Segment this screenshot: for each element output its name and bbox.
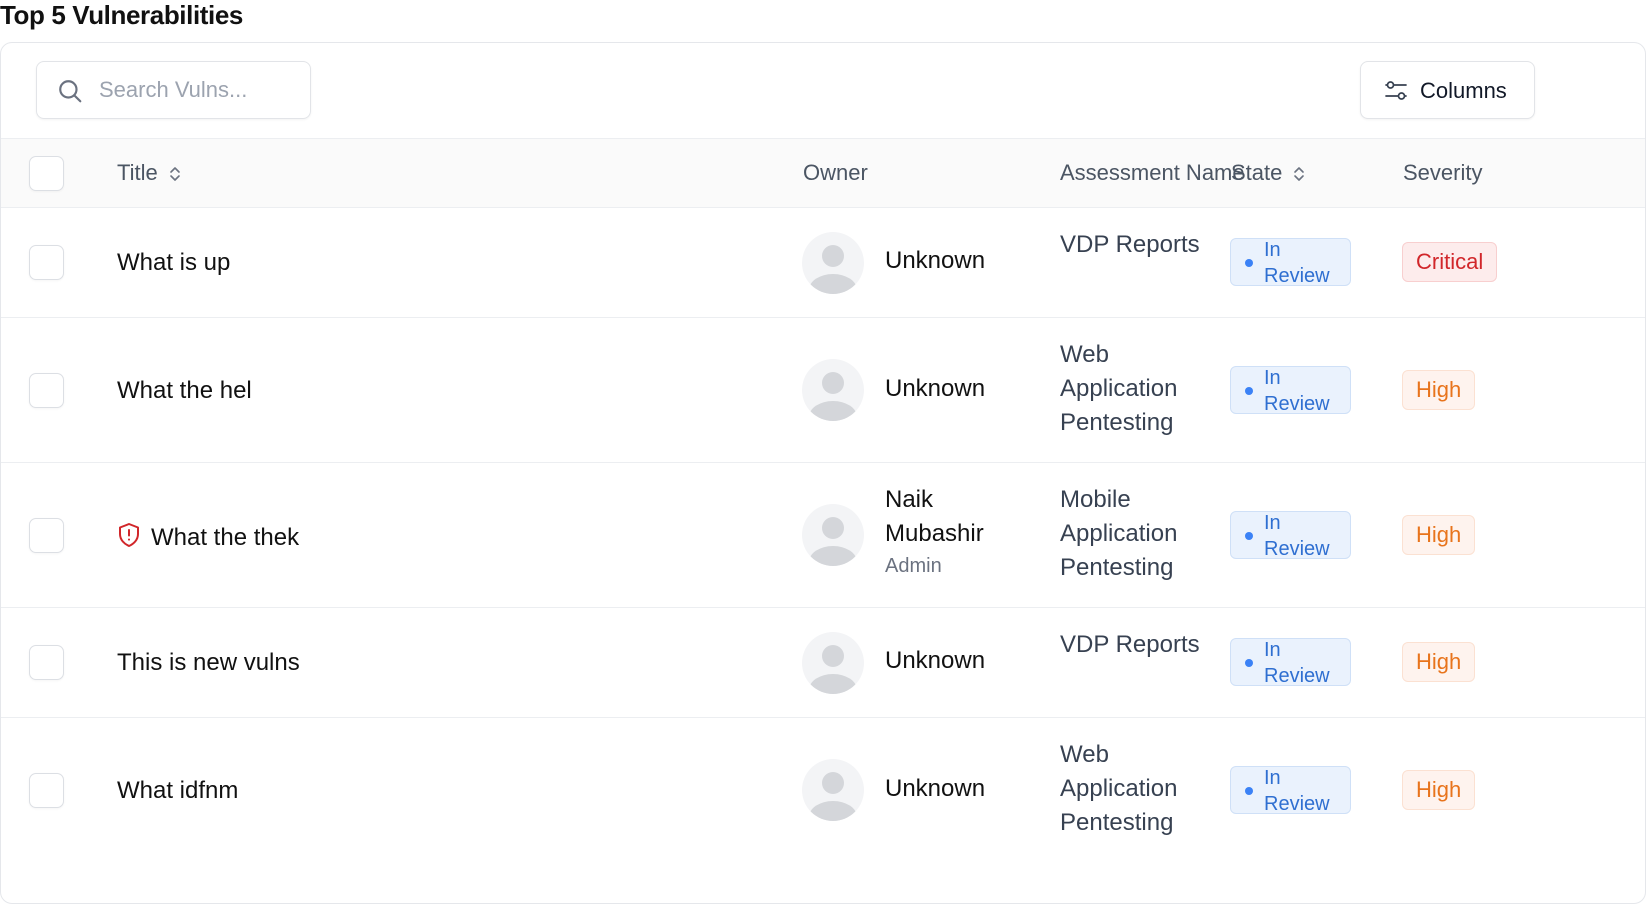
severity-badge: High [1402,515,1476,555]
state-badge-label: In Review [1264,239,1330,287]
status-dot-icon [1245,387,1253,395]
table-row[interactable]: What idfnm Unknown Web Application Pente… [1,718,1645,863]
column-header-owner: Owner [803,160,868,185]
state-badge: In Review [1230,366,1351,415]
state-badge: In Review [1230,511,1351,560]
avatar [802,232,864,294]
shield-alert-icon [119,523,139,547]
table-row[interactable]: This is new vulns Unknown VDP Reports In… [1,608,1645,718]
state-badge-label: In Review [1264,512,1330,560]
assessment-name: Mobile Application Pentesting [1060,486,1178,581]
search-input[interactable] [99,62,299,118]
row-checkbox[interactable] [29,773,64,808]
status-dot-icon [1245,787,1253,795]
avatar [802,504,864,566]
vuln-title-cell[interactable]: What the thek [117,522,299,552]
state-badge-label: In Review [1264,767,1330,815]
state-badge-label: In Review [1264,367,1330,415]
vulnerabilities-card: Columns Title Owner Assessment Name Stat… [0,42,1646,904]
table-row[interactable]: What the thek Naik Mubashir Admin Mobile… [1,463,1645,608]
user-placeholder-icon [809,772,857,821]
row-checkbox[interactable] [29,245,64,280]
owner-name: Unknown [885,647,986,674]
assessment-name: Web Application Pentesting [1060,741,1178,836]
column-header-state-label: State [1231,160,1283,185]
user-placeholder-icon [809,645,857,694]
column-header-title-label: Title [117,160,158,185]
owner-name: Naik Mubashir [885,486,984,547]
table-row[interactable]: What the hel Unknown Web Application Pen… [1,318,1645,463]
vuln-title[interactable]: This is new vulns [117,649,300,677]
search-icon [59,80,82,103]
sort-icon[interactable] [168,165,182,183]
column-header-assessment: Assessment Name [1060,160,1245,185]
vuln-title: What the thek [151,524,300,551]
avatar [802,359,864,421]
vuln-title[interactable]: What idfnm [117,777,238,805]
assessment-name: VDP Reports [1060,631,1200,658]
owner-role: Admin [885,555,942,577]
page-title: Top 5 Vulnerabilities [0,0,243,30]
owner-name: Unknown [885,375,986,402]
status-dot-icon [1245,659,1253,667]
table-toolbar: Columns [1,43,1645,139]
row-checkbox[interactable] [29,645,64,680]
vuln-title[interactable]: What is up [117,249,230,277]
assessment-name: VDP Reports [1060,231,1200,258]
user-placeholder-icon [809,517,857,566]
owner-name: Unknown [885,775,986,802]
severity-badge: Critical [1402,242,1498,282]
sort-icon[interactable] [1292,165,1306,183]
table-row[interactable]: What is up Unknown VDP Reports In Review… [1,208,1645,318]
select-all-checkbox[interactable] [29,156,64,191]
user-placeholder-icon [809,245,857,294]
row-checkbox[interactable] [29,373,64,408]
columns-button-label: Columns [1420,78,1507,103]
column-header-severity: Severity [1403,160,1483,185]
state-badge: In Review [1230,766,1351,815]
avatar [802,759,864,821]
status-dot-icon [1245,259,1253,267]
severity-badge: High [1402,370,1476,410]
column-header-state[interactable]: State [1231,160,1306,186]
row-checkbox[interactable] [29,518,64,553]
sliders-icon [1385,81,1407,100]
state-badge-label: In Review [1264,639,1330,687]
owner-name: Unknown [885,247,986,274]
state-badge: In Review [1230,638,1351,687]
search-box[interactable] [36,61,311,119]
severity-badge: High [1402,770,1476,810]
columns-button[interactable]: Columns [1360,61,1535,119]
table-header: Title Owner Assessment Name State Severi… [1,138,1645,208]
avatar [802,632,864,694]
owner-block: Naik Mubashir Admin [885,483,1005,581]
column-header-title[interactable]: Title [117,160,182,186]
assessment-name: Web Application Pentesting [1060,341,1178,436]
severity-badge: High [1402,642,1476,682]
user-placeholder-icon [809,372,857,421]
state-badge: In Review [1230,238,1351,287]
status-dot-icon [1245,532,1253,540]
vuln-title[interactable]: What the hel [117,377,252,405]
